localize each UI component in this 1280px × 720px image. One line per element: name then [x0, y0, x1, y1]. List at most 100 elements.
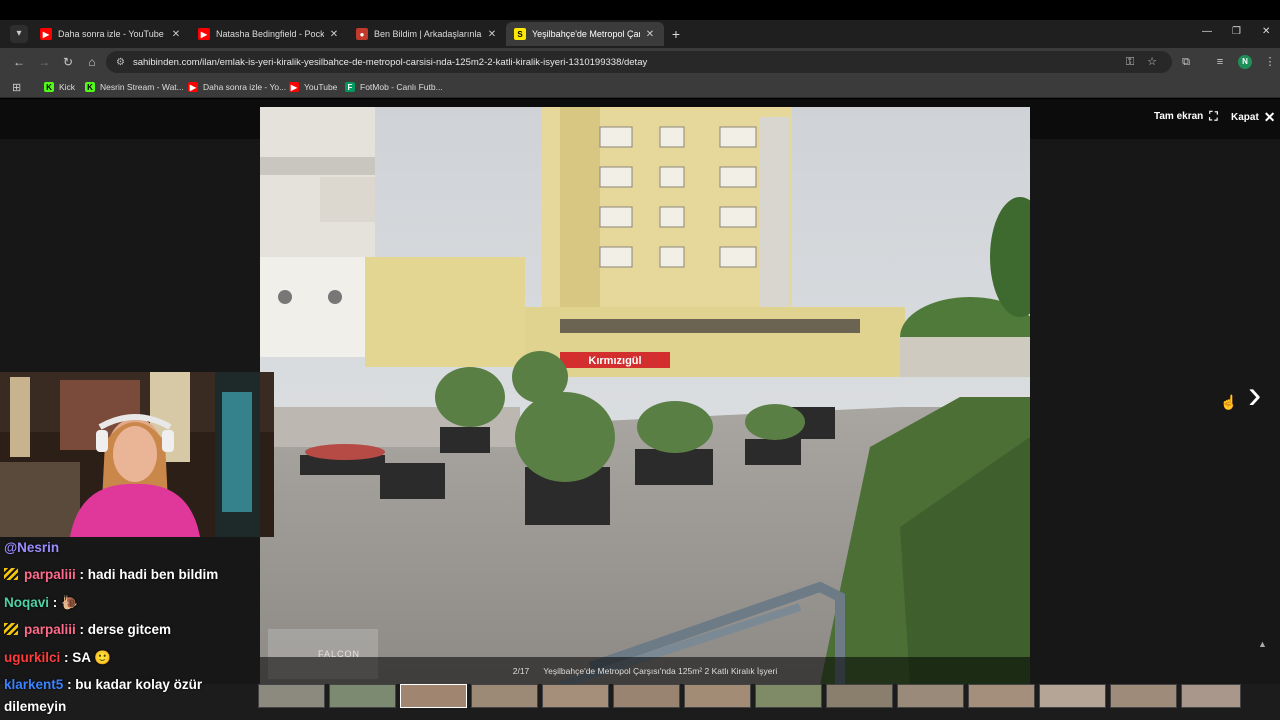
- bookmark-youtube[interactable]: ▶ YouTube: [289, 80, 337, 94]
- photo-caption: Yeşilbahçe'de Metropol Çarşısı'nda 125m²…: [543, 666, 778, 676]
- chat-message: parpaliii : derse gitcem: [4, 622, 171, 637]
- thumbnail[interactable]: [826, 684, 893, 708]
- media-control-icon[interactable]: ≡: [1212, 54, 1228, 70]
- bookmark-label: Daha sonra izle - Yo...: [203, 82, 287, 92]
- tab-youtube-watch-later[interactable]: ▶ Daha sonra izle - YouTube ✕: [32, 22, 190, 46]
- bookmark-nesrin-stream[interactable]: K Nesrin Stream - Wat...: [85, 80, 184, 94]
- hand-cursor-icon: ☝: [1220, 394, 1238, 410]
- chat-text: : derse gitcem: [79, 622, 172, 637]
- apps-grid-icon[interactable]: ⊞: [12, 80, 21, 94]
- thumbnail[interactable]: [755, 684, 822, 708]
- close-icon[interactable]: ✕: [328, 29, 340, 40]
- thumbnail[interactable]: [329, 684, 396, 708]
- shop-sign-text: Kırmızıgül: [588, 355, 641, 367]
- restore-icon[interactable]: ❐: [1232, 26, 1241, 37]
- forward-icon[interactable]: →: [36, 54, 52, 70]
- bookmark-fotmob[interactable]: F FotMob - Canlı Futb...: [345, 80, 443, 94]
- youtube-icon: ▶: [198, 28, 210, 40]
- youtube-icon: ▶: [289, 82, 299, 92]
- thumbnail[interactable]: [684, 684, 751, 708]
- thumbnail[interactable]: [968, 684, 1035, 708]
- close-icon: ✕: [1263, 109, 1276, 125]
- back-icon[interactable]: ←: [11, 54, 27, 70]
- chat-message: dilemeyin: [4, 699, 66, 714]
- chat-text: : SA 🙂: [64, 650, 112, 665]
- new-tab-button[interactable]: +: [668, 26, 684, 42]
- bookmark-daha-sonra-izle[interactable]: ▶ Daha sonra izle - Yo...: [188, 80, 286, 94]
- close-icon[interactable]: ✕: [644, 29, 656, 40]
- thumbnail[interactable]: [258, 684, 325, 708]
- scroll-up-icon[interactable]: ▲: [1258, 639, 1267, 649]
- top-black-strip: [0, 0, 1280, 20]
- fullscreen-button[interactable]: Tam ekran ⛶: [1154, 109, 1218, 124]
- tab-title: Natasha Bedingfield - Pocketful: [216, 29, 324, 39]
- youtube-icon: ▶: [40, 28, 52, 40]
- kick-icon: K: [85, 82, 95, 92]
- tab-title: Yeşilbahçe'de Metropol Çarşısı': [532, 29, 640, 39]
- tab-strip: ▾ ▶ Daha sonra izle - YouTube ✕ ▶ Natash…: [0, 20, 1280, 48]
- url-text: sahibinden.com/ilan/emlak-is-yeri-kirali…: [132, 56, 648, 68]
- menu-icon[interactable]: ⋮: [1262, 54, 1278, 70]
- chat-message: @Nesrin: [4, 540, 59, 555]
- streamer-webcam: [0, 372, 274, 537]
- browser-toolbar: ← → ↻ ⌂ ⚙ sahibinden.com/ilan/emlak-is-y…: [0, 48, 1280, 76]
- next-photo-arrow-icon[interactable]: ›: [1248, 375, 1261, 415]
- password-key-icon[interactable]: ⚿: [1122, 54, 1138, 70]
- tab-search-button[interactable]: ▾: [10, 25, 28, 43]
- tab-title: Ben Bildim | Arkadaşlarınla Onli: [374, 29, 482, 39]
- thumbnail[interactable]: [1110, 684, 1177, 708]
- thumbnail[interactable]: [1181, 684, 1241, 708]
- subscriber-badge-icon: [4, 623, 18, 635]
- thumbnail[interactable]: [1039, 684, 1106, 708]
- chat-text: : bu kadar kolay özür: [67, 677, 203, 692]
- youtube-icon: ▶: [188, 82, 198, 92]
- chat-text: dilemeyin: [4, 699, 67, 714]
- kick-icon: K: [44, 82, 54, 92]
- thumbnail[interactable]: [542, 684, 609, 708]
- bookmark-label: Nesrin Stream - Wat...: [100, 82, 184, 92]
- extensions-icon[interactable]: ⧉: [1178, 54, 1194, 70]
- thumbnail[interactable]: [897, 684, 964, 708]
- building-courtyard-image: Kırmızıgül: [260, 107, 1030, 685]
- reload-icon[interactable]: ↻: [60, 54, 76, 70]
- home-icon[interactable]: ⌂: [84, 54, 100, 70]
- chat-username: ugurkilci: [4, 650, 61, 665]
- close-icon[interactable]: ✕: [170, 29, 182, 40]
- photo-counter: 2/17: [512, 666, 530, 676]
- chat-message: Noqavi : 🐌: [4, 595, 78, 611]
- fullscreen-icon: ⛶: [1209, 109, 1218, 123]
- tab-ben-bildim[interactable]: ● Ben Bildim | Arkadaşlarınla Onli ✕: [348, 22, 506, 46]
- chat-username: parpaliii: [24, 567, 76, 582]
- chat-message: ugurkilci : SA 🙂: [4, 650, 111, 666]
- bookmarks-bar: ⊞ K Kick K Nesrin Stream - Wat... ▶ Daha…: [0, 76, 1280, 98]
- thumbnail[interactable]: [471, 684, 538, 708]
- profile-avatar[interactable]: N: [1238, 55, 1252, 69]
- minimize-icon[interactable]: —: [1202, 26, 1212, 37]
- game-icon: ●: [356, 28, 368, 40]
- thumbnail[interactable]: [400, 684, 467, 708]
- bookmark-star-icon[interactable]: ☆: [1144, 54, 1160, 70]
- sahibinden-icon: S: [514, 28, 526, 40]
- chat-message: klarkent5 : bu kadar kolay özür: [4, 677, 202, 692]
- bookmark-kick[interactable]: K Kick: [44, 80, 75, 94]
- chat-username: Noqavi: [4, 595, 50, 610]
- chat-username: parpaliii: [24, 622, 76, 637]
- stream-chat: @Nesrin parpaliii : hadi hadi ben bildim…: [0, 537, 260, 720]
- webcam-image: [0, 372, 274, 537]
- tab-sahibinden[interactable]: S Yeşilbahçe'de Metropol Çarşısı' ✕: [506, 22, 664, 46]
- close-icon[interactable]: ✕: [486, 29, 498, 40]
- thumbnail[interactable]: [613, 684, 680, 708]
- chat-username: klarkent5: [4, 677, 64, 692]
- listing-photo: Kırmızıgül FALCON 2/17 Yeşilbahçe'de Met…: [260, 107, 1030, 685]
- bookmark-label: YouTube: [304, 82, 338, 92]
- chat-message: parpaliii : hadi hadi ben bildim: [4, 567, 218, 582]
- close-gallery-button[interactable]: Kapat ✕: [1231, 109, 1276, 126]
- window-close-icon[interactable]: ✕: [1262, 26, 1270, 37]
- chat-text: : hadi hadi ben bildim: [79, 567, 219, 582]
- site-info-icon[interactable]: ⚙: [116, 57, 125, 68]
- address-bar[interactable]: ⚙ sahibinden.com/ilan/emlak-is-yeri-kira…: [106, 51, 1172, 73]
- chat-username: @Nesrin: [4, 540, 60, 555]
- bookmark-label: FotMob - Canlı Futb...: [360, 82, 443, 92]
- tab-natasha-bedingfield[interactable]: ▶ Natasha Bedingfield - Pocketful ✕: [190, 22, 348, 46]
- close-label: Kapat: [1231, 112, 1259, 123]
